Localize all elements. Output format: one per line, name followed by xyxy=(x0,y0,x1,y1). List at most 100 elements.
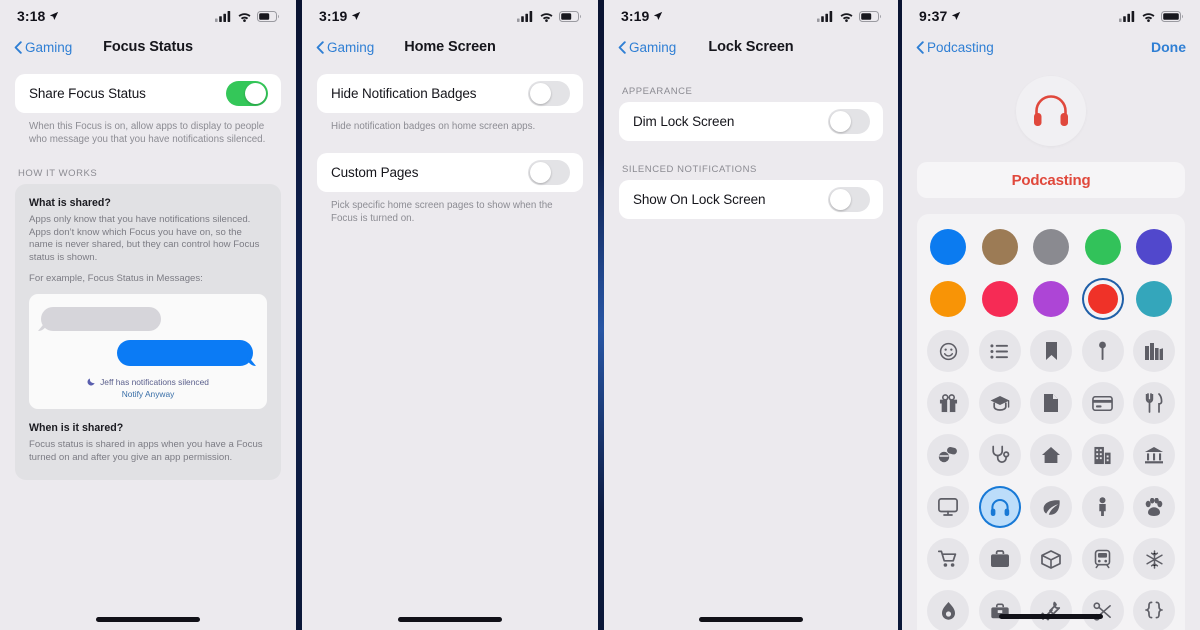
custom-pages-row[interactable]: Custom Pages xyxy=(317,153,583,192)
color-swatch-purple[interactable] xyxy=(1030,278,1072,320)
smiley-face-icon xyxy=(939,342,957,360)
icon-option-fork-knife[interactable] xyxy=(1133,382,1175,424)
back-button[interactable]: Gaming xyxy=(618,40,676,55)
icon-option-smiley-face[interactable] xyxy=(927,330,969,372)
custom-pages-toggle[interactable] xyxy=(528,160,570,185)
icon-option-scissors[interactable] xyxy=(1081,590,1124,630)
color-swatch-green[interactable] xyxy=(1082,226,1124,268)
icon-option-document[interactable] xyxy=(1030,382,1072,424)
notify-anyway-link[interactable]: Notify Anyway xyxy=(41,389,255,399)
icon-option-person[interactable] xyxy=(1081,486,1124,528)
icon-option-gift[interactable] xyxy=(927,382,969,424)
icon-option-list-bullet[interactable] xyxy=(978,330,1021,372)
icon-option-snowflake[interactable] xyxy=(1133,538,1175,580)
wifi-icon xyxy=(238,12,251,22)
icon-option-bookmark[interactable] xyxy=(1030,330,1072,372)
home-indicator[interactable] xyxy=(999,614,1103,619)
icon-option-credit-card[interactable] xyxy=(1081,382,1124,424)
dim-lock-screen-card: Dim Lock Screen xyxy=(619,102,883,141)
icon-option-curly-braces[interactable] xyxy=(1133,590,1175,630)
dim-lock-screen-row[interactable]: Dim Lock Screen xyxy=(619,102,883,141)
outgoing-message-bubble xyxy=(117,339,253,366)
color-swatch-row xyxy=(927,226,1175,268)
hide-notification-badges-row[interactable]: Hide Notification Badges xyxy=(317,74,583,113)
share-focus-status-label: Share Focus Status xyxy=(29,86,146,101)
custom-pages-card: Custom Pages xyxy=(317,153,583,192)
color-swatch-teal[interactable] xyxy=(1133,278,1175,320)
color-swatch-gray[interactable] xyxy=(1030,226,1072,268)
share-focus-status-footnote: When this Focus is on, allow apps to dis… xyxy=(29,121,266,145)
phone-screenshot-home-screen: 3:19 Gaming Home Screen Hide Notificatio… xyxy=(302,0,598,630)
share-focus-status-toggle[interactable] xyxy=(226,81,268,106)
color-swatch-orange[interactable] xyxy=(927,278,969,320)
icon-option-paw-print[interactable] xyxy=(1133,486,1175,528)
chevron-left-icon xyxy=(916,40,924,54)
dim-lock-screen-toggle[interactable] xyxy=(828,109,870,134)
battery-icon xyxy=(559,10,581,22)
navigation-bar: Gaming Focus Status xyxy=(0,32,296,62)
focus-avatar-wrap xyxy=(902,76,1200,146)
back-button-label: Gaming xyxy=(327,39,375,55)
shopping-cart-icon xyxy=(938,550,957,567)
home-indicator[interactable] xyxy=(398,617,502,622)
back-button-label: Gaming xyxy=(25,39,73,55)
icon-option-pin[interactable] xyxy=(1081,330,1124,372)
show-on-lock-screen-toggle[interactable] xyxy=(828,187,870,212)
color-and-icon-picker xyxy=(917,214,1185,630)
color-swatch-red[interactable] xyxy=(1082,278,1124,320)
icon-option-monitor[interactable] xyxy=(927,486,969,528)
back-button[interactable]: Gaming xyxy=(316,40,374,55)
icon-option-bank[interactable] xyxy=(1133,434,1175,476)
phone-screenshot-lock-screen: 3:19 Gaming Lock Screen APPEARANCE Dim L… xyxy=(604,0,898,630)
books-icon xyxy=(1145,342,1163,360)
home-indicator[interactable] xyxy=(699,617,803,622)
how-it-works-card: What is shared? Apps only know that you … xyxy=(15,184,281,481)
icon-option-books[interactable] xyxy=(1133,330,1175,372)
focus-name-field[interactable]: Podcasting xyxy=(917,162,1185,198)
hide-notification-badges-toggle[interactable] xyxy=(528,81,570,106)
icon-option-flame-drop[interactable] xyxy=(927,590,969,630)
icon-option-hammer-wrench[interactable] xyxy=(1030,590,1072,630)
icon-option-shopping-cart[interactable] xyxy=(927,538,969,580)
home-indicator[interactable] xyxy=(96,617,200,622)
color-swatch-indigo[interactable] xyxy=(1133,226,1175,268)
wifi-icon xyxy=(1142,12,1155,22)
custom-pages-footnote: Pick specific home screen pages to show … xyxy=(331,200,553,224)
hide-notification-badges-label: Hide Notification Badges xyxy=(331,86,477,101)
train-icon xyxy=(1094,549,1111,569)
what-is-shared-body: Apps only know that you have notificatio… xyxy=(29,214,260,263)
example-intro-text: For example, Focus Status in Messages: xyxy=(29,273,203,285)
icon-option-package-box[interactable] xyxy=(1030,538,1072,580)
icon-option-house[interactable] xyxy=(1030,434,1072,476)
briefcase-icon xyxy=(990,550,1009,567)
icon-option-briefcase[interactable] xyxy=(978,538,1021,580)
settings-content: Share Focus Status When this Focus is on… xyxy=(0,62,296,481)
share-focus-status-card: Share Focus Status xyxy=(15,74,281,113)
back-button-label: Gaming xyxy=(629,39,677,55)
credit-card-icon xyxy=(1092,395,1113,411)
icon-option-pills[interactable] xyxy=(927,434,969,476)
icon-option-leaf[interactable] xyxy=(1030,486,1072,528)
icon-option-office-building[interactable] xyxy=(1081,434,1124,476)
back-button[interactable]: Podcasting xyxy=(916,40,994,55)
gift-icon xyxy=(939,393,957,412)
icon-option-train[interactable] xyxy=(1081,538,1124,580)
incoming-message-bubble xyxy=(41,306,161,331)
color-swatch-pink[interactable] xyxy=(979,278,1021,320)
color-swatch-blue[interactable] xyxy=(927,226,969,268)
icon-option-headphones[interactable] xyxy=(978,486,1021,528)
color-swatch-brown[interactable] xyxy=(979,226,1021,268)
back-button[interactable]: Gaming xyxy=(14,40,72,55)
show-on-lock-screen-row[interactable]: Show On Lock Screen xyxy=(619,180,883,219)
icon-option-toolbox[interactable] xyxy=(978,590,1021,630)
status-bar-time: 3:19 xyxy=(621,8,650,24)
share-focus-status-row[interactable]: Share Focus Status xyxy=(15,74,281,113)
show-on-lock-screen-card: Show On Lock Screen xyxy=(619,180,883,219)
status-bar-time: 3:18 xyxy=(17,8,46,24)
done-button[interactable]: Done xyxy=(1151,39,1186,55)
icon-option-graduation-cap[interactable] xyxy=(978,382,1021,424)
list-bullet-icon xyxy=(990,343,1008,359)
graduation-cap-icon xyxy=(990,395,1009,411)
hide-notification-badges-card: Hide Notification Badges xyxy=(317,74,583,113)
icon-option-stethoscope[interactable] xyxy=(978,434,1021,476)
